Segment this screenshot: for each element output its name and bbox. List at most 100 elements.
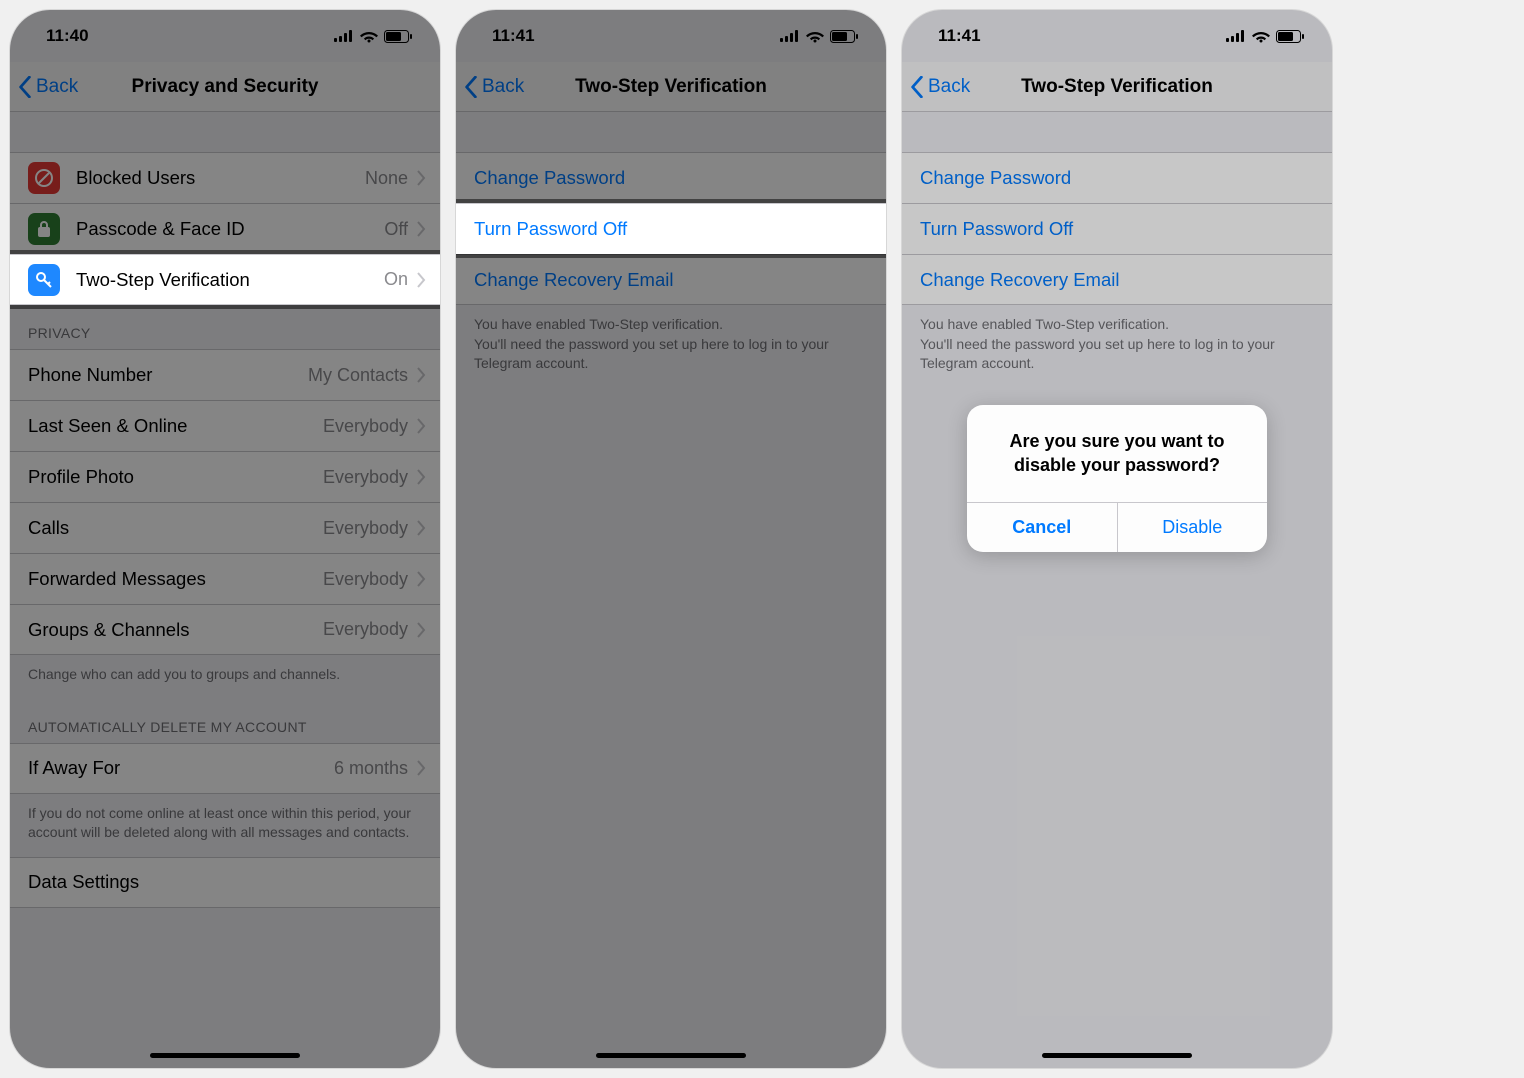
privacy-group: Phone Number My Contacts Last Seen & Onl… <box>10 349 440 655</box>
blocked-icon <box>28 162 60 194</box>
nav-bar: Back Privacy and Security <box>10 62 440 112</box>
forwarded-messages-row[interactable]: Forwarded Messages Everybody <box>10 553 440 604</box>
two-step-footer: You have enabled Two-Step verification. … <box>456 305 886 388</box>
chevron-right-icon <box>416 622 426 638</box>
row-label: Forwarded Messages <box>28 568 323 590</box>
security-group: Blocked Users None Passcode & Face ID Of… <box>10 152 440 305</box>
nav-bar: Back Two-Step Verification <box>902 62 1332 112</box>
chevron-left-icon <box>18 76 32 98</box>
turn-password-off-row[interactable]: Turn Password Off <box>456 203 886 254</box>
confirm-dialog: Are you sure you want to disable your pa… <box>967 405 1267 552</box>
row-value: 6 months <box>334 758 408 779</box>
back-button[interactable]: Back <box>18 76 78 98</box>
two-step-verification-row[interactable]: Two-Step Verification On <box>10 254 440 305</box>
cancel-button[interactable]: Cancel <box>967 503 1117 552</box>
row-label: Phone Number <box>28 364 308 386</box>
row-label: Two-Step Verification <box>76 269 384 291</box>
row-value: Off <box>384 219 408 240</box>
nav-bar: Back Two-Step Verification <box>456 62 886 112</box>
chevron-right-icon <box>416 469 426 485</box>
chevron-left-icon <box>464 76 478 98</box>
phone-number-row[interactable]: Phone Number My Contacts <box>10 349 440 400</box>
change-recovery-email-row[interactable]: Change Recovery Email <box>456 254 886 305</box>
status-time: 11:41 <box>492 26 535 46</box>
chevron-right-icon <box>416 520 426 536</box>
row-label: Change Recovery Email <box>920 269 1318 291</box>
change-password-row[interactable]: Change Password <box>902 152 1332 203</box>
home-indicator[interactable] <box>596 1053 746 1058</box>
row-label: Change Password <box>474 167 872 189</box>
wifi-icon <box>1252 30 1270 43</box>
row-label: Calls <box>28 517 323 539</box>
status-bar: 11:40 <box>10 10 440 62</box>
groups-channels-row[interactable]: Groups & Channels Everybody <box>10 604 440 655</box>
change-password-row[interactable]: Change Password <box>456 152 886 203</box>
row-label: Data Settings <box>28 871 426 893</box>
row-label: Profile Photo <box>28 466 323 488</box>
change-recovery-email-row[interactable]: Change Recovery Email <box>902 254 1332 305</box>
cellular-signal-icon <box>334 30 354 42</box>
status-time: 11:40 <box>46 26 89 46</box>
wifi-icon <box>360 30 378 43</box>
chevron-right-icon <box>416 170 426 186</box>
back-label: Back <box>928 76 970 98</box>
profile-photo-row[interactable]: Profile Photo Everybody <box>10 451 440 502</box>
battery-icon <box>1276 30 1304 43</box>
row-value: My Contacts <box>308 365 408 386</box>
alert-message: Are you sure you want to disable your pa… <box>967 405 1267 502</box>
status-indicators <box>334 30 412 43</box>
row-value: Everybody <box>323 467 408 488</box>
row-label: Last Seen & Online <box>28 415 323 437</box>
screen-two-step: 11:41 Back Two-Step Verification Change … <box>456 10 886 1068</box>
row-label: Change Recovery Email <box>474 269 872 291</box>
row-label: Change Password <box>920 167 1318 189</box>
chevron-right-icon <box>416 760 426 776</box>
back-button[interactable]: Back <box>910 76 970 98</box>
chevron-right-icon <box>416 221 426 237</box>
calls-row[interactable]: Calls Everybody <box>10 502 440 553</box>
key-icon <box>28 264 60 296</box>
row-label: Passcode & Face ID <box>76 218 384 240</box>
turn-password-off-row[interactable]: Turn Password Off <box>902 203 1332 254</box>
privacy-footer: Change who can add you to groups and cha… <box>10 655 440 699</box>
two-step-options: Change Password Turn Password Off Change… <box>456 152 886 305</box>
status-time: 11:41 <box>938 26 981 46</box>
delete-group: If Away For 6 months <box>10 743 440 794</box>
passcode-icon <box>28 213 60 245</box>
status-indicators <box>1226 30 1304 43</box>
disable-button[interactable]: Disable <box>1117 503 1268 552</box>
delete-header: AUTOMATICALLY DELETE MY ACCOUNT <box>10 699 440 743</box>
row-label: Blocked Users <box>76 167 365 189</box>
if-away-for-row[interactable]: If Away For 6 months <box>10 743 440 794</box>
home-indicator[interactable] <box>150 1053 300 1058</box>
chevron-left-icon <box>910 76 924 98</box>
row-value: None <box>365 168 408 189</box>
data-settings-group: Data Settings <box>10 857 440 908</box>
row-value: Everybody <box>323 416 408 437</box>
status-bar: 11:41 <box>902 10 1332 62</box>
back-label: Back <box>482 76 524 98</box>
status-indicators <box>780 30 858 43</box>
two-step-footer: You have enabled Two-Step verification. … <box>902 305 1332 388</box>
row-value: On <box>384 269 408 290</box>
chevron-right-icon <box>416 418 426 434</box>
blocked-users-row[interactable]: Blocked Users None <box>10 152 440 203</box>
back-button[interactable]: Back <box>464 76 524 98</box>
status-bar: 11:41 <box>456 10 886 62</box>
cellular-signal-icon <box>780 30 800 42</box>
screen-privacy-security: 11:40 Back Privacy and Security Blocked … <box>10 10 440 1068</box>
back-label: Back <box>36 76 78 98</box>
chevron-right-icon <box>416 367 426 383</box>
row-value: Everybody <box>323 619 408 640</box>
two-step-options: Change Password Turn Password Off Change… <box>902 152 1332 305</box>
last-seen-row[interactable]: Last Seen & Online Everybody <box>10 400 440 451</box>
passcode-row[interactable]: Passcode & Face ID Off <box>10 203 440 254</box>
row-label: If Away For <box>28 757 334 779</box>
row-label: Turn Password Off <box>474 218 872 240</box>
data-settings-row[interactable]: Data Settings <box>10 857 440 908</box>
home-indicator[interactable] <box>1042 1053 1192 1058</box>
delete-footer: If you do not come online at least once … <box>10 794 440 857</box>
alert-actions: Cancel Disable <box>967 502 1267 552</box>
row-label: Turn Password Off <box>920 218 1318 240</box>
screen-two-step-alert: 11:41 Back Two-Step Verification Change … <box>902 10 1332 1068</box>
